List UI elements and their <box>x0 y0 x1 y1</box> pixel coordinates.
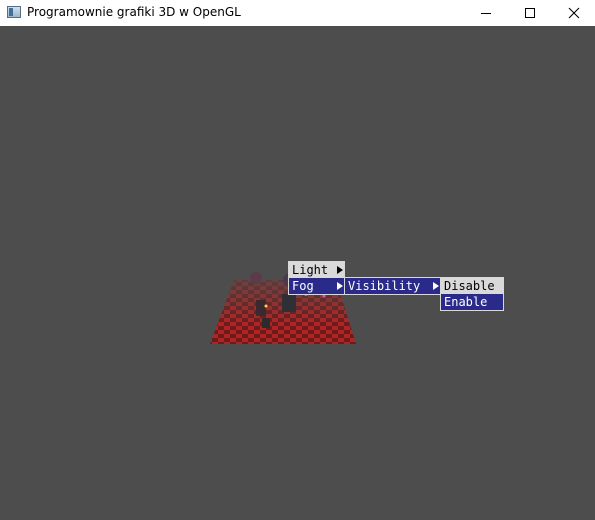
fog-submenu: Visibility <box>344 277 441 295</box>
menu-item-label: Light <box>292 263 329 277</box>
visibility-submenu: Disable Enable <box>440 277 504 311</box>
menu-item-visibility[interactable]: Visibility <box>345 278 440 294</box>
minimize-icon <box>481 13 491 14</box>
app-window-icon <box>7 6 21 18</box>
close-icon <box>568 7 580 19</box>
maximize-button[interactable] <box>507 0 553 26</box>
close-button[interactable] <box>551 0 595 26</box>
menu-item-label: Fog <box>292 279 314 293</box>
maximize-icon <box>525 8 535 18</box>
menu-item-light[interactable]: Light <box>289 262 344 278</box>
menu-item-label: Enable <box>444 295 488 309</box>
submenu-arrow-icon <box>337 282 343 290</box>
menu-item-label: Disable <box>444 279 495 293</box>
app-window: Programownie grafiki 3D w OpenGL Light F… <box>0 0 595 520</box>
menu-item-disable[interactable]: Disable <box>441 278 503 294</box>
window-title: Programownie grafiki 3D w OpenGL <box>27 5 241 19</box>
context-menu: Light Fog <box>288 261 345 295</box>
minimize-button[interactable] <box>463 0 509 26</box>
menu-item-fog[interactable]: Fog <box>289 278 344 294</box>
submenu-arrow-icon <box>337 266 343 274</box>
title-bar[interactable]: Programownie grafiki 3D w OpenGL <box>0 0 595 26</box>
menu-item-label: Visibility <box>348 279 421 293</box>
menu-item-enable[interactable]: Enable <box>441 294 503 310</box>
submenu-arrow-icon <box>433 282 439 290</box>
